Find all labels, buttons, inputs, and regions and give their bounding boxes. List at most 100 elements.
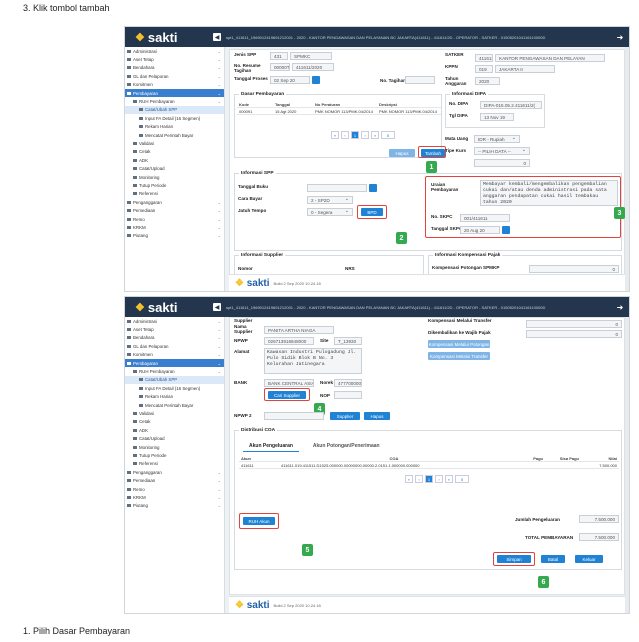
sidebar-item[interactable]: Catat/Ubah SPP [125,375,224,385]
logout-icon[interactable]: ➜ [609,303,629,312]
prev-page-icon[interactable]: ‹ [341,131,349,139]
sidebar-item[interactable]: Penganggaran ⌄ [125,468,224,476]
sidebar-item[interactable]: Validasi [125,409,224,417]
sidebar-item[interactable]: Komitmen ⌄ [125,351,224,359]
sidebar-item[interactable]: RUH Pembayaran ⌄ [125,97,224,105]
kppn-name[interactable]: JAKARTA II [495,65,555,73]
sidebar-item[interactable]: Validasi [125,139,224,147]
bank-input[interactable]: BANK CENTRAL ASIA [264,379,314,387]
sidebar-item[interactable]: Remo ⌄ [125,215,224,223]
total-input[interactable]: 7.500.000 [579,533,619,541]
npwp-input[interactable]: 026713916848000 [264,337,314,345]
per-page-select[interactable]: 5 [381,131,395,139]
komp-transfer-input[interactable]: 0 [526,320,622,328]
sidebar-item[interactable]: Piutang ⌄ [125,502,224,510]
sidebar-item[interactable]: Persediaan ⌄ [125,476,224,484]
sidebar-item[interactable]: Bendahara ⌄ [125,64,224,72]
sidebar-item[interactable]: ADK [125,156,224,164]
npwp2-input[interactable] [264,412,324,420]
komp-transfer-button[interactable]: Kompensasi Melalui Transfer [428,352,490,360]
sidebar-item[interactable]: Cetak [125,418,224,426]
sidebar-item[interactable]: Rekam Harian [125,123,224,131]
kppn-code[interactable]: 019 [475,65,493,73]
sidebar-item[interactable]: Input FA Detail (16 Segmen) [125,114,224,122]
tgl-dipa-input[interactable]: 13 Nov 19 [480,113,514,121]
nop-input[interactable] [334,391,362,399]
no-tagihan-input[interactable] [405,76,435,84]
sidebar-item[interactable]: Remo ⌄ [125,485,224,493]
sidebar-item[interactable]: GL dan Pelaporan ⌄ [125,342,224,350]
sidebar-item[interactable]: KRKM ⌄ [125,223,224,231]
sidebar-item[interactable]: Administrasi ⌄ [125,317,224,325]
per-page-select[interactable]: 5 [455,475,469,483]
sidebar-item[interactable]: Komitmen ⌄ [125,81,224,89]
table-row[interactable]: 411611 411611.019.411511.D1525.000000.00… [239,462,619,469]
collapse-icon[interactable]: ◀ [213,33,221,41]
last-page-icon[interactable]: » [445,475,453,483]
sidebar-item[interactable]: Bendahara ⌄ [125,334,224,342]
satker-code[interactable]: 411611 [475,54,493,62]
jatuh-tempo-select[interactable]: 0 - Segera [307,208,353,216]
site-input[interactable]: T_13930 [334,337,362,345]
sidebar-item[interactable]: KRKM ⌄ [125,493,224,501]
keluar-button[interactable]: Keluar [575,555,603,563]
sidebar-item[interactable]: Aset Tetap ⌄ [125,325,224,333]
sidebar-item[interactable]: Referensi [125,190,224,198]
calendar-icon[interactable] [312,76,320,84]
cara-bayar-select[interactable]: 2 - SP2D [307,196,353,204]
sidebar-item[interactable]: GL dan Pelaporan ⌄ [125,72,224,80]
tgl-proses-input[interactable]: 02 Sep 20 [270,76,310,84]
page-number[interactable]: 1 [351,131,359,139]
sidebar-item[interactable]: Monitoring [125,173,224,181]
sidebar-item[interactable]: Monitoring [125,443,224,451]
batal-button[interactable]: Batal [541,555,565,563]
calendar-icon[interactable] [369,184,377,192]
tgl-buku-input[interactable] [307,184,367,192]
sidebar-item[interactable]: Rekam Harian [125,393,224,401]
sidebar-item[interactable]: Tutup Periode [125,451,224,459]
alamat-textarea[interactable]: Kawasan Industri Pulogadung Jl. Pulo Sid… [264,348,362,374]
tipe-kurs-select[interactable]: -- PILIH DATA -- [474,147,530,155]
last-page-icon[interactable]: » [371,131,379,139]
nama-input[interactable]: PANITA ARTHA NIAGA [264,326,334,334]
sidebar-item[interactable]: Penganggaran ⌄ [125,198,224,206]
first-page-icon[interactable]: « [331,131,339,139]
no-dipa-input[interactable]: DIPA-015.05.2.411611/2( [480,101,542,109]
komp-potongan-button[interactable]: Kompensasi Melalui Potongan [428,340,490,348]
jenis-spp-code[interactable]: 431 [270,52,288,60]
sidebar-item[interactable]: Catat/Upload [125,434,224,442]
dikembalikan-input[interactable]: 0 [526,330,622,338]
sidebar-item[interactable]: Catat/Ubah SPP [125,105,224,115]
sidebar-item[interactable]: Piutang ⌄ [125,232,224,240]
sidebar-item[interactable]: Mencatat Perintah Bayar [125,401,224,409]
sidebar-item[interactable]: Pembayaran ⌄ [125,88,224,98]
prev-page-icon[interactable]: ‹ [415,475,423,483]
next-page-icon[interactable]: › [435,475,443,483]
resume-a[interactable]: 00000T [270,63,290,71]
sidebar-item[interactable]: Persediaan ⌄ [125,206,224,214]
sidebar-item[interactable]: ADK [125,426,224,434]
page-number[interactable]: 1 [425,475,433,483]
scrollbar[interactable] [625,317,629,613]
sidebar-item[interactable]: RUH Pembayaran ⌄ [125,367,224,375]
scrollbar[interactable] [625,47,629,291]
next-page-icon[interactable]: › [361,131,369,139]
sidebar-item[interactable]: Tutup Periode [125,181,224,189]
table-row[interactable]: 000091 15 Agt 2020 PMK NOMOR 113/PMK.04/… [237,108,441,115]
sidebar-item[interactable]: Catat/Upload [125,164,224,172]
tab-akun-potongan[interactable]: Akun Potongan/Penerimaan [307,441,386,452]
hapus-button[interactable]: Hapus [389,149,415,157]
tab-akun-pengeluaran[interactable]: Akun Pengeluaran [243,441,299,452]
sidebar-item[interactable]: Cetak [125,148,224,156]
first-page-icon[interactable]: « [405,475,413,483]
jumlah-input[interactable]: 7.500.000 [579,515,619,523]
pot-spmkp-input[interactable]: 0 [529,265,619,273]
kurs-input[interactable]: 0 [474,159,530,167]
tahun-input[interactable]: 2020 [475,77,500,85]
sidebar-item[interactable]: Pembayaran ⌄ [125,358,224,368]
hapus-supplier-button[interactable]: Hapus [364,412,390,420]
sidebar-item[interactable]: Referensi [125,460,224,468]
logout-icon[interactable]: ➜ [609,33,629,42]
sidebar-item[interactable]: Mencatat Perintah Bayar [125,131,224,139]
sidebar-item[interactable]: Aset Tetap ⌄ [125,55,224,63]
